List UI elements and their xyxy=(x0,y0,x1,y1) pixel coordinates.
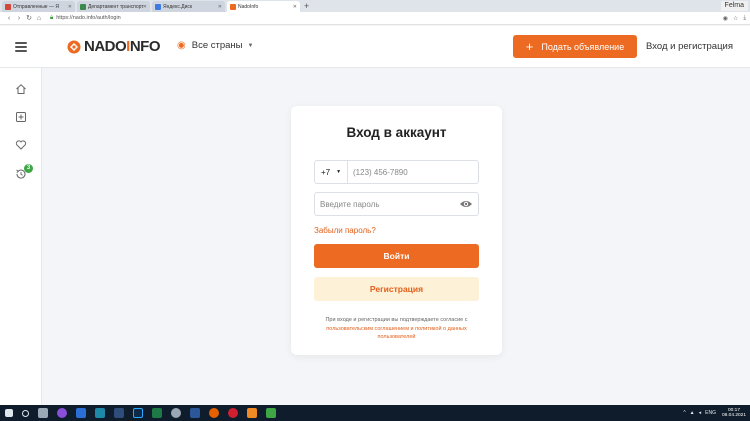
address-bar-actions: ◉ ☆ ⤓ xyxy=(718,15,750,22)
login-card: Вход в аккаунт +7 ▼ Забыли пароль? Войти… xyxy=(291,106,502,355)
home-icon[interactable] xyxy=(15,83,27,95)
login-button[interactable]: Войти xyxy=(314,244,479,268)
terms-and: и xyxy=(410,325,414,332)
gmail-favicon-icon xyxy=(5,3,11,10)
site-logo[interactable]: NADOINFO xyxy=(67,38,161,55)
terms-text: При входе и регистрации вы подтверждаете… xyxy=(311,316,482,342)
clock[interactable]: 00:17 08.04.2021 xyxy=(722,408,746,419)
plus-icon: + xyxy=(525,38,534,54)
forgot-password-link[interactable]: Забыли пароль? xyxy=(314,226,376,235)
app-blue-icon[interactable] xyxy=(76,408,86,418)
yandex-disk-favicon-icon xyxy=(155,3,161,10)
address-bar: ‹ › ↻ ⌂ 🔒︎ https://nado.info/auth/login … xyxy=(0,12,750,25)
eye-icon[interactable] xyxy=(459,199,473,209)
close-tab-icon[interactable]: ✕ xyxy=(68,4,72,10)
browser-tab-title: Отправленные — Я xyxy=(13,3,59,10)
close-tab-icon[interactable]: ✕ xyxy=(218,4,222,10)
app-teal-icon[interactable] xyxy=(95,408,105,418)
volume-icon[interactable]: ◂ xyxy=(699,410,702,416)
country-code-value: +7 xyxy=(320,167,331,177)
post-ad-button[interactable]: + Подать объявление xyxy=(513,35,637,58)
app-gray-icon[interactable] xyxy=(171,408,181,418)
task-view-icon[interactable] xyxy=(38,408,48,418)
back-icon[interactable]: ‹ xyxy=(4,15,14,22)
app-purple-icon[interactable] xyxy=(57,408,67,418)
tray-arrow-icon[interactable]: ^ xyxy=(683,410,685,416)
close-tab-icon[interactable]: ✕ xyxy=(143,4,147,10)
notification-badge: 3 xyxy=(24,164,33,173)
chevron-down-icon: ▼ xyxy=(336,169,342,175)
extensions-icon[interactable]: ◉ xyxy=(723,15,728,22)
network-icon[interactable]: ▲ xyxy=(690,410,695,416)
language-indicator[interactable]: ENG xyxy=(705,410,716,416)
browser-tab-3[interactable]: NadoInfo ✕ xyxy=(227,1,300,12)
browser-tab-title: NadoInfo xyxy=(238,3,259,10)
opera-icon[interactable] xyxy=(228,408,238,418)
password-field xyxy=(314,192,479,216)
app-green-icon[interactable] xyxy=(266,408,276,418)
windows-start-icon[interactable] xyxy=(5,409,13,417)
browser-tab-title: Яндекс.Диск xyxy=(163,3,193,10)
password-input[interactable] xyxy=(315,193,459,215)
terms-agreement-link[interactable]: пользовательским соглашением xyxy=(326,326,409,332)
word-icon[interactable] xyxy=(190,408,200,418)
globe-icon: ◉ xyxy=(177,40,186,51)
browser-tab-1[interactable]: Департамент транспорт ✕ xyxy=(77,1,150,12)
logo-mark-icon xyxy=(67,40,81,53)
forward-icon[interactable]: › xyxy=(14,15,24,22)
region-selector[interactable]: ◉ Все страны ▼ xyxy=(177,40,253,51)
post-ad-label: Подать объявление xyxy=(541,41,625,52)
chevron-down-icon: ▼ xyxy=(247,42,254,49)
phone-field: +7 ▼ xyxy=(314,160,479,184)
app-dark-icon[interactable] xyxy=(114,408,124,418)
excel-icon[interactable] xyxy=(152,408,162,418)
left-rail: 3 xyxy=(0,68,42,405)
logo-text: NADOINFO xyxy=(84,38,161,55)
country-code-select[interactable]: +7 ▼ xyxy=(315,161,348,183)
region-label: Все страны xyxy=(191,40,243,51)
nadoinfo-favicon-icon xyxy=(230,3,236,10)
login-title: Вход в аккаунт xyxy=(346,125,447,140)
url-text: https://nado.info/auth/login xyxy=(56,15,121,21)
bookmark-icon[interactable]: ☆ xyxy=(733,15,738,22)
browser-tab-strip: Отправленные — Я ✕ Департамент транспорт… xyxy=(0,0,750,12)
window-user-label: Felma xyxy=(720,1,748,11)
browser-tab-2[interactable]: Яндекс.Диск ✕ xyxy=(152,1,225,12)
app-orange-icon[interactable] xyxy=(247,408,257,418)
browser-tab-0[interactable]: Отправленные — Я ✕ xyxy=(2,1,75,12)
browser-tab-title: Департамент транспорт xyxy=(88,3,144,10)
lock-icon: 🔒︎ xyxy=(50,14,54,21)
firefox-icon[interactable] xyxy=(209,408,219,418)
site-header: NADOINFO ◉ Все страны ▼ + Подать объявле… xyxy=(0,26,750,68)
download-icon[interactable]: ⤓ xyxy=(743,15,746,22)
clock-date: 08.04.2021 xyxy=(721,413,746,418)
login-register-link[interactable]: Вход и регистрация xyxy=(646,41,733,52)
photoshop-icon[interactable] xyxy=(133,408,143,418)
phone-input[interactable] xyxy=(348,161,478,183)
system-tray: ^ ▲ ◂ ENG 00:17 08.04.2021 xyxy=(679,408,750,419)
home-browser-icon[interactable]: ⌂ xyxy=(34,15,44,22)
search-icon[interactable] xyxy=(22,409,29,417)
heart-icon[interactable] xyxy=(15,139,27,151)
window-controls: Felma xyxy=(720,0,750,12)
reload-icon[interactable]: ↻ xyxy=(24,14,34,22)
register-button[interactable]: Регистрация xyxy=(314,277,479,301)
menu-icon[interactable] xyxy=(15,42,27,52)
url-field[interactable]: 🔒︎ https://nado.info/auth/login xyxy=(50,15,121,22)
terms-prefix: При входе и регистрации вы подтверждаете… xyxy=(325,317,468,323)
close-tab-icon[interactable]: ✕ xyxy=(293,4,297,10)
os-taskbar: ^ ▲ ◂ ENG 00:17 08.04.2021 xyxy=(0,405,750,421)
add-icon[interactable] xyxy=(15,111,27,123)
new-tab-button[interactable]: + xyxy=(304,1,309,12)
site-favicon-icon xyxy=(80,3,86,10)
